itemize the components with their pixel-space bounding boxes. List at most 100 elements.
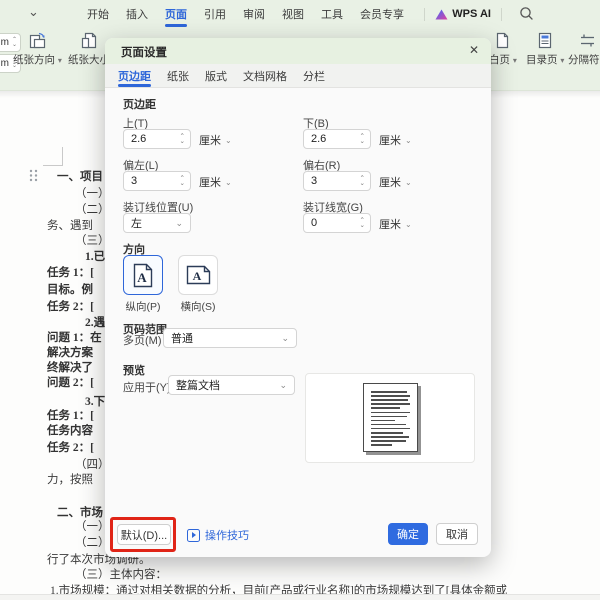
default-button[interactable]: 默认(D)... — [117, 524, 171, 545]
document-text-line: 问题 2：[ — [47, 374, 94, 390]
cancel-button[interactable]: 取消 — [436, 523, 478, 545]
close-icon[interactable]: ✕ — [469, 43, 479, 57]
menu-tab-开始[interactable]: 开始 — [86, 0, 110, 29]
svg-text:A: A — [192, 269, 201, 283]
divider — [501, 8, 502, 21]
menu-tab-页面[interactable]: 页面 — [164, 0, 188, 29]
margin-bottom-unit-select[interactable]: 厘米⌄ — [379, 132, 412, 148]
landscape-label: 横向(S) — [172, 299, 224, 314]
document-text-line: 任务内容 — [47, 422, 93, 438]
separator-button[interactable]: 分隔符 ▾ — [568, 32, 600, 67]
search-icon[interactable] — [519, 6, 534, 24]
margins-section-title: 页边距 — [123, 96, 156, 112]
chevron-down-icon: ⌄ — [405, 220, 412, 229]
paper-size-icon — [81, 32, 97, 49]
chevron-down-icon: ⌄ — [281, 333, 289, 344]
menu-tab-视图[interactable]: 视图 — [281, 0, 305, 29]
ok-button[interactable]: 确定 — [388, 523, 428, 545]
dialog-tab-分栏[interactable]: 分栏 — [303, 64, 325, 87]
dialog-tab-页边距[interactable]: 页边距 — [118, 64, 151, 87]
orientation-portrait-button[interactable]: A — [123, 255, 163, 295]
preview-text-line — [371, 428, 410, 430]
dialog-tab-文档网格[interactable]: 文档网格 — [243, 64, 287, 87]
spinner-arrows-icon[interactable]: ⌃⌄ — [180, 134, 190, 144]
chevron-down-icon[interactable]: ⌄ — [28, 4, 39, 20]
preview-text-line — [371, 416, 407, 418]
video-tips-icon — [187, 529, 200, 542]
margin-right-unit-select[interactable]: 厘米⌄ — [379, 174, 412, 190]
chevron-down-icon: ⌄ — [405, 136, 412, 145]
toc-page-icon — [537, 32, 553, 49]
page-setup-dialog: 页面设置 ✕ 页边距纸张版式文档网格分栏 页边距 上(T) 下(B) 2.6 ⌃… — [105, 38, 491, 557]
menu-right-cluster: WPS AI — [424, 0, 502, 28]
margin-top-input[interactable]: 2.6 ⌃⌄ — [123, 129, 191, 149]
document-text-line: 终解决了 — [47, 359, 93, 375]
separator-icon — [579, 32, 596, 49]
toc-page-label: 目录页 ▾ — [526, 52, 564, 67]
margin-bottom-input[interactable]: 2.6 ⌃⌄ — [303, 129, 371, 149]
document-text-line: 任务 1：[ — [47, 407, 94, 423]
preview-text-line — [371, 399, 408, 401]
spinner-arrows-icon[interactable]: ⌃⌄ — [180, 176, 190, 186]
dialog-title: 页面设置 — [121, 44, 167, 60]
document-text-line: 一、项目 — [57, 168, 103, 184]
gutter-width-unit-select[interactable]: 厘米⌄ — [379, 216, 412, 232]
spinner-arrows-icon[interactable]: ⌃⌄ — [360, 176, 370, 186]
margin-top-unit-select[interactable]: 厘米⌄ — [199, 132, 232, 148]
margin-corner-mark — [43, 147, 63, 166]
chevron-down-icon: ⌄ — [225, 178, 232, 187]
menu-tab-工具[interactable]: 工具 — [320, 0, 344, 29]
preview-text-line — [371, 420, 395, 422]
gutter-position-select[interactable]: 左⌄ — [123, 213, 191, 233]
apply-to-select[interactable]: 整篇文档⌄ — [168, 375, 295, 395]
dialog-header[interactable]: 页面设置 ✕ — [105, 38, 491, 64]
menu-tab-插入[interactable]: 插入 — [125, 0, 149, 29]
toc-page-button[interactable]: 目录页 ▾ — [526, 32, 564, 67]
paper-orientation-label: 纸张方向 ▾ — [13, 52, 62, 67]
document-text-line: 问题 1：在 — [47, 329, 102, 345]
menu-tab-会员专享[interactable]: 会员专享 — [359, 0, 405, 29]
document-text-line: 1.已 — [85, 248, 105, 264]
gutter-width-input[interactable]: 0 ⌃⌄ — [303, 213, 371, 233]
document-text-line: 任务 2：[ — [47, 298, 94, 314]
wps-ai-label: WPS AI — [452, 8, 491, 20]
margin-left-input[interactable]: 3 ⌃⌄ — [123, 171, 191, 191]
document-text-line: 务、遇到 — [47, 217, 93, 233]
spinner-arrows-icon[interactable]: ⌃⌄ — [360, 218, 370, 228]
preview-text-line — [371, 412, 410, 414]
dialog-tab-纸张[interactable]: 纸张 — [167, 64, 189, 87]
preview-panel — [305, 373, 475, 463]
paper-orientation-icon — [29, 32, 46, 49]
svg-text:A: A — [137, 270, 147, 285]
spinner-arrows-icon[interactable]: ⌃⌄ — [360, 134, 370, 144]
preview-text-line — [371, 407, 400, 409]
margin-left-unit-select[interactable]: 厘米⌄ — [199, 174, 232, 190]
preview-text-line — [371, 436, 409, 438]
document-text-line: （三）主体内容： — [75, 566, 167, 582]
preview-page-thumbnail — [363, 383, 418, 452]
menu-tabs: 开始插入页面引用审阅视图工具会员专享 — [86, 0, 405, 28]
menu-tab-审阅[interactable]: 审阅 — [242, 0, 266, 29]
multi-page-select[interactable]: 普通⌄ — [163, 328, 297, 348]
blank-page-button[interactable]: 白页 ▾ — [489, 32, 517, 67]
dialog-tab-版式[interactable]: 版式 — [205, 64, 227, 87]
dialog-tabs: 页边距纸张版式文档网格分栏 — [105, 64, 491, 88]
paper-orientation-button[interactable]: 纸张方向 ▾ — [13, 32, 62, 67]
divider — [424, 8, 425, 21]
chevron-down-icon: ⌄ — [175, 218, 183, 229]
drag-handle-icon[interactable] — [28, 168, 39, 183]
portrait-page-icon: A — [133, 263, 153, 288]
menu-tab-引用[interactable]: 引用 — [203, 0, 227, 29]
paper-size-button[interactable]: 纸张大小 — [68, 32, 110, 67]
tips-link[interactable]: 操作技巧 — [187, 527, 249, 543]
wps-ai-button[interactable]: WPS AI — [435, 8, 491, 20]
chevron-down-icon: ⌄ — [225, 136, 232, 145]
wps-window: ⌄ 开始插入页面引用审阅视图工具会员专享 WPS AI — [0, 0, 600, 600]
margin-quick-value-2: m — [1, 58, 9, 69]
margin-right-input[interactable]: 3 ⌃⌄ — [303, 171, 371, 191]
document-text-line: 2.遇 — [85, 314, 105, 330]
document-text-line: 任务 1：[ — [47, 264, 94, 280]
preview-text-line — [371, 440, 406, 442]
orientation-landscape-button[interactable]: A — [178, 255, 218, 295]
document-text-line: 目标。例 — [47, 281, 93, 297]
